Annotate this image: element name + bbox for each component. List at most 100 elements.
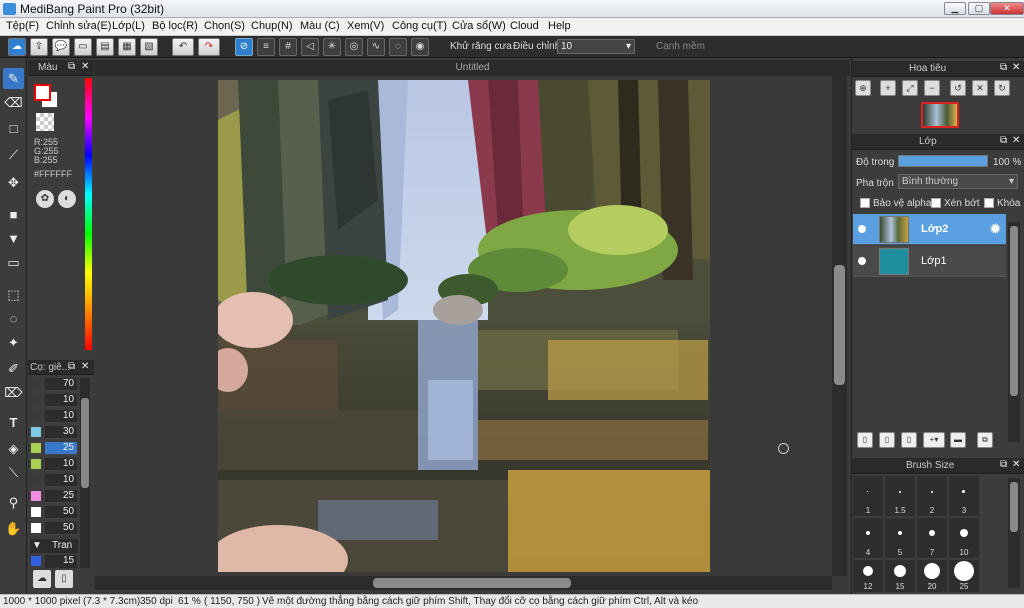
dot-tool-icon[interactable]: □ xyxy=(3,118,24,139)
gear-icon[interactable]: ✹ xyxy=(989,220,1002,238)
close-icon[interactable]: ✕ xyxy=(81,61,89,72)
page-icon[interactable]: ▤ xyxy=(96,38,114,56)
brush-size-20[interactable]: 20 xyxy=(917,560,947,592)
brush-size-4[interactable]: 4 xyxy=(853,518,883,558)
graph-tool-icon[interactable]: ⟋ xyxy=(3,144,24,165)
eyedropper-icon[interactable]: ⚲ xyxy=(3,492,24,513)
brush-item[interactable]: 25 xyxy=(31,490,77,503)
add-brush-icon[interactable]: ☁ xyxy=(33,570,51,588)
artwork-canvas[interactable] xyxy=(218,80,710,572)
brush-size-7[interactable]: 7 xyxy=(917,518,947,558)
brush-item[interactable]: 10 xyxy=(31,458,77,471)
hand-tool-icon[interactable]: ✋ xyxy=(3,518,24,539)
protect-alpha-checkbox[interactable] xyxy=(860,198,870,208)
layer-scrollbar[interactable] xyxy=(1008,222,1020,442)
comment-icon[interactable]: ▭ xyxy=(74,38,92,56)
brush-item[interactable]: 50 xyxy=(31,506,77,519)
close-icon[interactable]: ✕ xyxy=(1012,459,1020,470)
shape-tool-icon[interactable]: ■ xyxy=(3,204,24,225)
brush-size-15[interactable]: 15 xyxy=(885,560,915,592)
snap-off-icon[interactable]: ⊘ xyxy=(235,38,253,56)
new-8bit-layer-icon[interactable]: ▯ xyxy=(901,432,917,448)
bucket-tool-icon[interactable]: ◈ xyxy=(3,438,24,459)
lasso-tool-icon[interactable]: ◌ xyxy=(3,308,24,329)
gradient-tool-icon[interactable]: ▭ xyxy=(3,252,24,273)
brush-item[interactable]: 10 xyxy=(31,394,77,407)
new-halftone-layer-icon[interactable]: ▯ xyxy=(879,432,895,448)
magic-wand-icon[interactable]: ✦ xyxy=(3,332,24,353)
brush-size-1-5[interactable]: 1.5 xyxy=(885,476,915,516)
color-picker-icon[interactable]: ◐ xyxy=(58,190,76,208)
scroll-thumb[interactable] xyxy=(81,398,89,488)
scroll-thumb[interactable] xyxy=(1010,226,1018,396)
zoom-in-icon[interactable]: + xyxy=(880,80,896,96)
brush-item[interactable]: 30 xyxy=(31,426,77,439)
brush-size-5[interactable]: 5 xyxy=(885,518,915,558)
page-grid-icon[interactable]: ▦ xyxy=(118,38,136,56)
ellipse-snap-icon[interactable]: ◌ xyxy=(389,38,407,56)
brush-item[interactable]: 70 xyxy=(31,378,77,391)
select-eraser-icon[interactable]: ⌦ xyxy=(3,382,24,403)
menu-window[interactable]: Cửa sổ(W) xyxy=(452,20,506,32)
rotate-right-icon[interactable]: ↻ xyxy=(994,80,1010,96)
close-icon[interactable]: ✕ xyxy=(81,361,89,372)
duplicate-layer-icon[interactable]: ⧉ xyxy=(977,432,993,448)
move-tool-icon[interactable]: ✥ xyxy=(3,172,24,193)
brush-item-selected[interactable]: 25 xyxy=(31,442,77,455)
undock-icon[interactable]: ⧉ xyxy=(1000,62,1007,73)
maximize-button[interactable]: ▢ xyxy=(968,2,990,15)
zoom-out-icon[interactable]: − xyxy=(924,80,940,96)
folder-icon[interactable]: ▬ xyxy=(950,432,966,448)
eraser-tool-icon[interactable]: ⌫ xyxy=(3,92,24,113)
radial-snap-icon[interactable]: ✳ xyxy=(323,38,341,56)
fit-icon[interactable]: ⤢ xyxy=(902,80,918,96)
close-icon[interactable]: ✕ xyxy=(1012,135,1020,146)
brush-item[interactable]: 10 xyxy=(31,474,77,487)
menu-color[interactable]: Màu (C) xyxy=(300,20,340,32)
vertical-scroll-thumb[interactable] xyxy=(834,265,845,385)
menu-edit[interactable]: Chỉnh sửa(E) xyxy=(46,20,111,32)
select-tool-icon[interactable]: ⬚ xyxy=(3,284,24,305)
undock-icon[interactable]: ⧉ xyxy=(1000,459,1007,470)
select-pen-icon[interactable]: ✐ xyxy=(3,358,24,379)
brush-item[interactable]: 50 xyxy=(31,522,77,535)
brush-size-10[interactable]: 10 xyxy=(949,518,979,558)
visibility-icon[interactable] xyxy=(858,257,866,265)
page-settings-icon[interactable]: ▧ xyxy=(140,38,158,56)
export-icon[interactable]: ⇪ xyxy=(30,38,48,56)
brush-scrollbar[interactable] xyxy=(80,378,90,568)
close-icon[interactable]: ✕ xyxy=(1012,62,1020,73)
menu-view[interactable]: Xem(V) xyxy=(347,20,384,32)
clipping-checkbox[interactable] xyxy=(931,198,941,208)
foreground-color-swatch[interactable] xyxy=(34,84,51,101)
reset-rotation-icon[interactable]: ✕ xyxy=(972,80,988,96)
grid-snap-icon[interactable]: # xyxy=(279,38,297,56)
rotate-left-icon[interactable]: ↺ xyxy=(950,80,966,96)
zoom-in-icon[interactable]: ⊕ xyxy=(855,80,871,96)
menu-tools[interactable]: Công cụ(T) xyxy=(392,20,447,32)
layer-row-selected[interactable]: Lớp2 ✹ xyxy=(853,214,1006,245)
undock-icon[interactable]: ⧉ xyxy=(68,61,75,72)
brush-size-scrollbar[interactable] xyxy=(1008,478,1020,588)
concentric-snap-icon[interactable]: ◉ xyxy=(411,38,429,56)
speech-bubble-icon[interactable]: 💬 xyxy=(52,38,70,56)
brush-item[interactable]: 15 xyxy=(31,555,77,568)
brush-tool-icon[interactable]: ✎ xyxy=(3,68,24,89)
lock-checkbox[interactable] xyxy=(984,198,994,208)
hue-slider[interactable] xyxy=(85,78,92,350)
menu-help[interactable]: Help xyxy=(548,20,571,32)
divide-tool-icon[interactable]: ⟍ xyxy=(3,462,24,483)
text-tool-icon[interactable]: T xyxy=(3,412,24,433)
brush-group[interactable]: ▼ Tran xyxy=(30,539,78,553)
fill-tool-icon[interactable]: ▼ xyxy=(3,228,24,249)
brush-page-icon[interactable]: ▯ xyxy=(55,570,73,588)
document-tab[interactable]: Untitled xyxy=(95,60,850,76)
parallel-snap-icon[interactable]: ≡ xyxy=(257,38,275,56)
minimize-button[interactable]: ▁ xyxy=(944,2,966,15)
cloud-icon[interactable]: ☁ xyxy=(8,38,26,56)
menu-capture[interactable]: Chụp(N) xyxy=(251,20,293,32)
horizontal-scroll-thumb[interactable] xyxy=(373,578,571,588)
new-layer-icon[interactable]: ▯ xyxy=(857,432,873,448)
undock-icon[interactable]: ⧉ xyxy=(68,361,75,372)
brush-size-12[interactable]: 12 xyxy=(853,560,883,592)
